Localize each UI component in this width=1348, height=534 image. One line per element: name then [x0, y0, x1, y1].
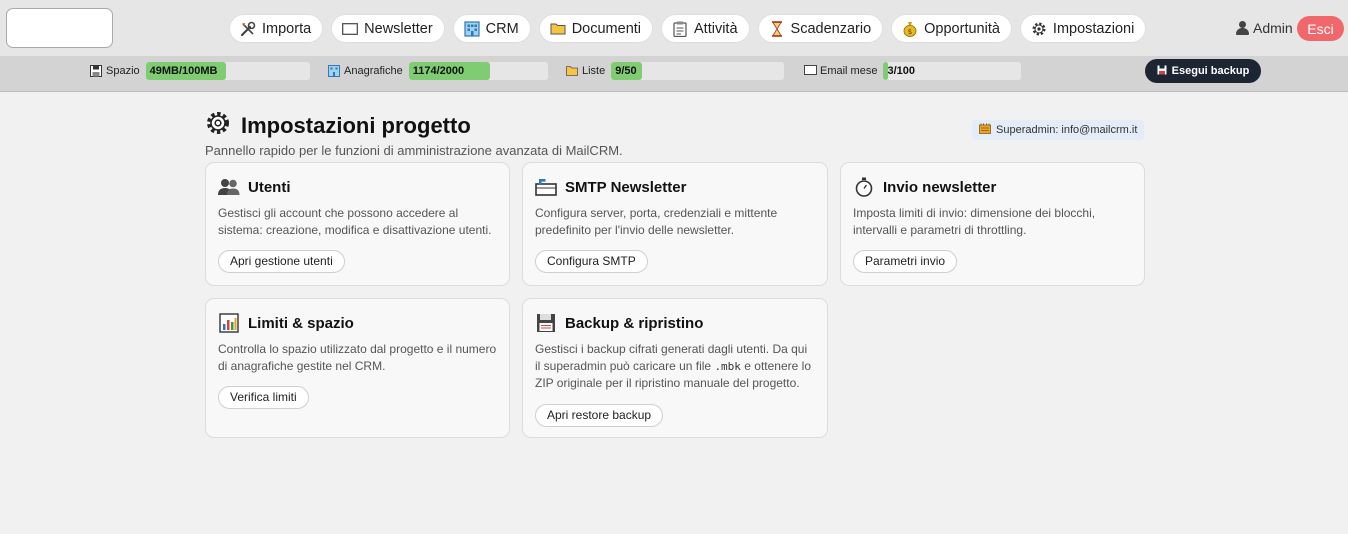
card-invio-newsletter: Invio newsletter Imposta limiti di invio…: [840, 162, 1145, 286]
quota-liste: Liste 9/50: [566, 62, 785, 80]
floppy-icon: [535, 313, 557, 333]
building-icon: [328, 65, 340, 77]
tools-icon: [240, 21, 256, 37]
page-header: Impostazioni progetto Pannello rapido pe…: [205, 110, 623, 158]
nav-item-attivita[interactable]: Attività: [661, 14, 750, 43]
card-title: SMTP Newsletter: [565, 178, 687, 196]
check-limits-button[interactable]: Verifica limiti: [218, 386, 309, 409]
send-params-button[interactable]: Parametri invio: [853, 250, 958, 273]
quota-label: Email mese: [820, 65, 878, 77]
run-backup-label: Esegui backup: [1171, 65, 1250, 77]
floppy-icon: [90, 65, 102, 77]
open-restore-button[interactable]: Apri restore backup: [535, 403, 664, 427]
users-icon: [218, 177, 240, 197]
user-name: Admin: [1253, 20, 1293, 36]
clipboard-icon: [672, 21, 688, 37]
file-extension: .mbk: [714, 359, 741, 373]
user-icon: [1236, 21, 1249, 35]
nav-item-impostazioni[interactable]: Impostazioni: [1019, 14, 1147, 43]
nav-item-scadenzario[interactable]: Scadenzario: [757, 14, 884, 43]
card-description: Controlla lo spazio utilizzato dal proge…: [218, 342, 497, 373]
quota-label: Liste: [582, 65, 606, 77]
superadmin-email: Superadmin: info@mailcrm.it: [996, 124, 1138, 136]
card-description: Configura server, porta, credenziali e m…: [535, 206, 778, 237]
quota-label: Anagrafiche: [344, 65, 403, 77]
nav-item-newsletter[interactable]: Newsletter: [331, 14, 445, 43]
building-icon: [464, 20, 480, 37]
card-title: Invio newsletter: [883, 178, 997, 196]
quota-email-mese: Email mese 3/100: [804, 62, 1022, 80]
quota-progress: 3/100: [883, 62, 1022, 80]
card-smtp: SMTP Newsletter Configura server, porta,…: [522, 162, 828, 286]
folder-icon: [550, 21, 566, 37]
page-title: Impostazioni progetto: [241, 112, 471, 138]
quota-value: 9/50: [615, 65, 637, 77]
stopwatch-icon: [853, 177, 875, 197]
open-users-button[interactable]: Apri gestione utenti: [218, 250, 345, 273]
nav-item-opportunita[interactable]: $ Opportunità: [891, 14, 1012, 43]
bar-chart-icon: [218, 313, 240, 333]
main-nav: Importa Newsletter CRM Documenti Attivit…: [229, 14, 1147, 43]
money-bag-icon: $: [902, 21, 918, 37]
nav-item-documenti[interactable]: Documenti: [538, 14, 654, 43]
quota-label: Spazio: [106, 65, 140, 77]
page-subtitle: Pannello rapido per le funzioni di ammin…: [205, 143, 623, 158]
folder-icon: [566, 65, 578, 77]
quota-value: 1174/2000: [412, 65, 465, 77]
configure-smtp-button[interactable]: Configura SMTP: [535, 250, 648, 273]
superadmin-badge: Superadmin: info@mailcrm.it: [972, 120, 1145, 140]
quota-progress: 49MB/100MB: [145, 62, 310, 80]
run-backup-button[interactable]: Esegui backup: [1145, 59, 1261, 83]
quota-progress: 9/50: [611, 62, 785, 80]
user-menu[interactable]: Admin: [1236, 20, 1293, 36]
quota-value: 49MB/100MB: [149, 65, 218, 77]
nav-label: Opportunità: [924, 20, 1000, 37]
nav-label: CRM: [485, 20, 519, 37]
quota-spazio: Spazio 49MB/100MB: [90, 62, 310, 80]
svg-text:$: $: [908, 28, 912, 36]
logout-button[interactable]: Esci: [1297, 16, 1344, 41]
card-description: Gestisci i backup cifrati generati dagli…: [535, 341, 815, 392]
nav-label: Documenti: [571, 20, 642, 37]
nav-label: Impostazioni: [1052, 20, 1135, 37]
quota-progress: 1174/2000: [408, 62, 548, 80]
envelope-icon: [804, 65, 817, 77]
nav-item-crm[interactable]: CRM: [452, 14, 531, 43]
hourglass-icon: [769, 20, 785, 37]
floppy-icon: [1157, 65, 1167, 78]
nav-label: Importa: [262, 20, 312, 37]
gear-icon: [205, 110, 231, 141]
top-navbar: Importa Newsletter CRM Documenti Attivit…: [0, 0, 1348, 56]
card-description: Gestisci gli account che possono acceder…: [218, 206, 492, 237]
crown-icon: [979, 123, 991, 137]
quota-anagrafiche: Anagrafiche 1174/2000: [328, 62, 548, 80]
card-limiti-spazio: Limiti & spazio Controlla lo spazio util…: [205, 298, 510, 438]
card-title: Backup & ripristino: [565, 314, 704, 332]
card-description: Imposta limiti di invio: dimensione dei …: [853, 206, 1096, 237]
card-title: Limiti & spazio: [248, 314, 354, 332]
logo[interactable]: [6, 8, 113, 48]
card-title: Utenti: [248, 178, 291, 196]
nav-label: Scadenzario: [790, 20, 872, 37]
nav-label: Newsletter: [364, 20, 433, 37]
card-utenti: Utenti Gestisci gli account che possono …: [205, 162, 510, 286]
mailbox-icon: [535, 177, 557, 197]
envelope-icon: [342, 21, 359, 37]
nav-item-importa[interactable]: Importa: [229, 14, 324, 43]
nav-label: Attività: [694, 20, 738, 37]
gear-icon: [1031, 21, 1047, 37]
quota-value: 3/100: [887, 65, 915, 77]
card-backup-ripristino: Backup & ripristino Gestisci i backup ci…: [522, 298, 828, 438]
